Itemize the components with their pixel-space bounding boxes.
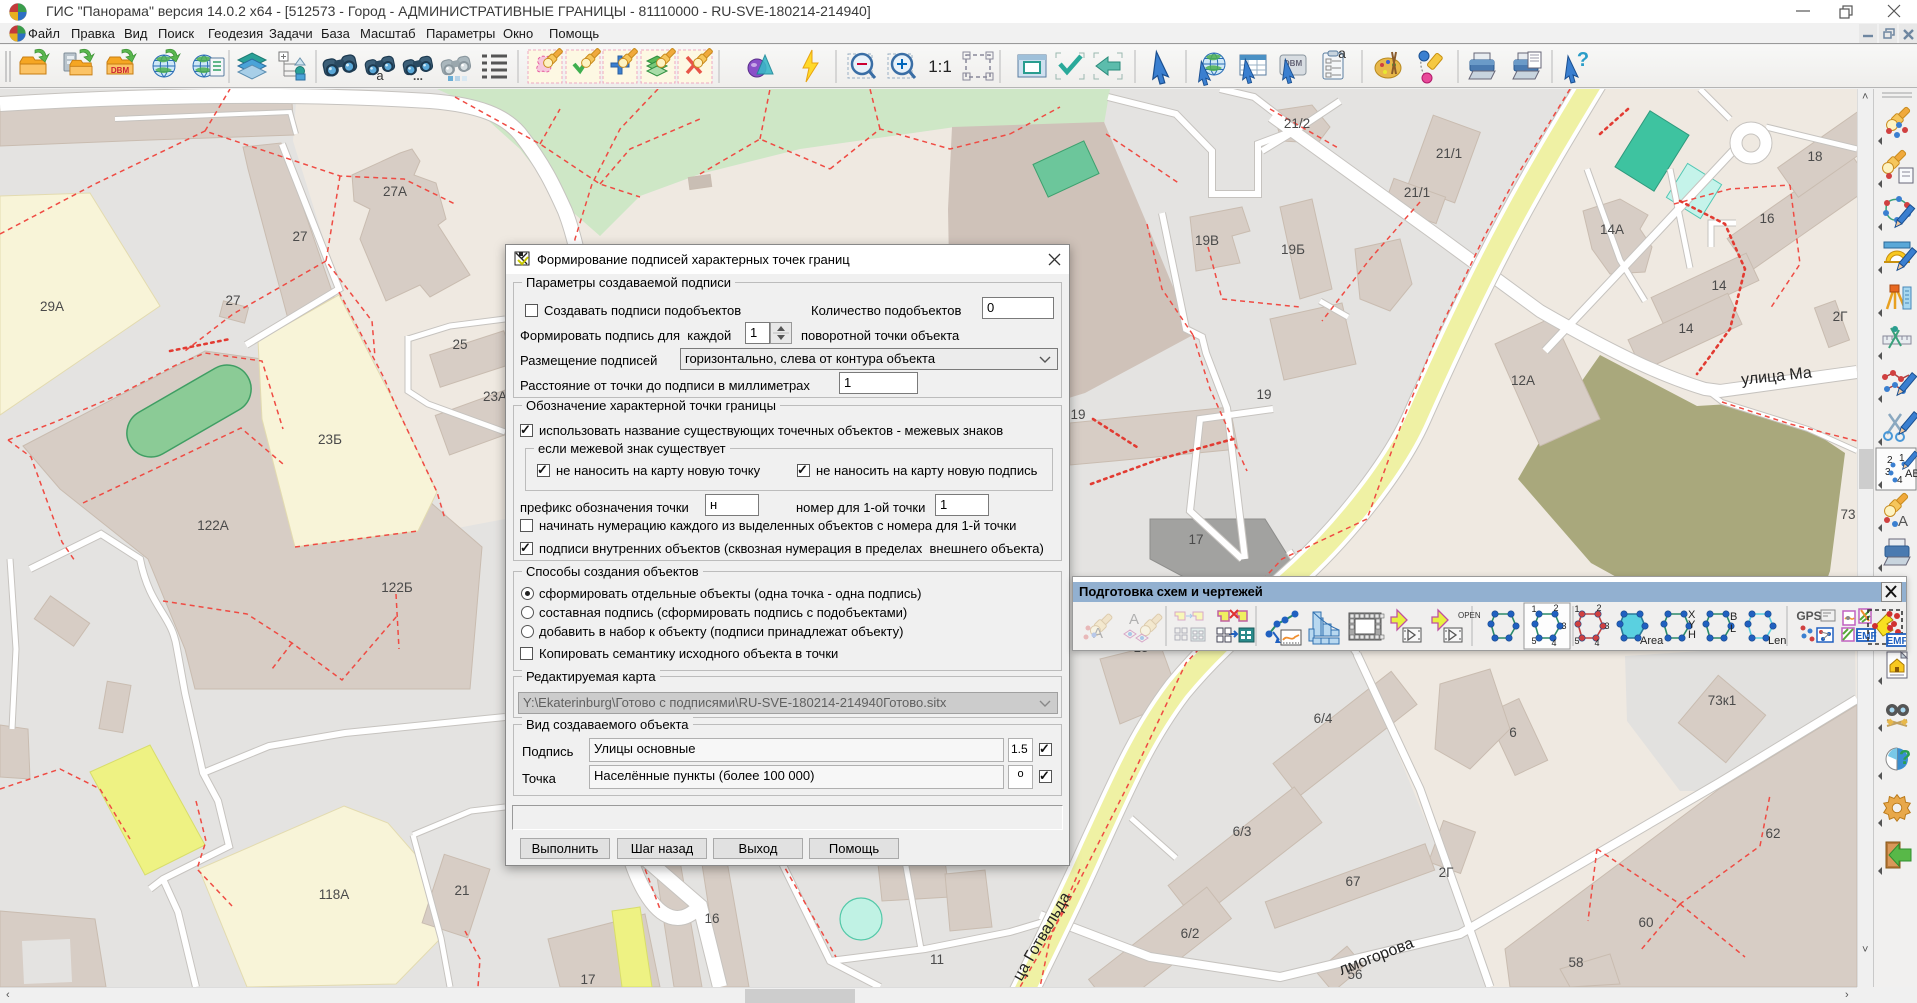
svg-text:5: 5 [1531, 636, 1536, 646]
svg-text:5: 5 [1574, 636, 1579, 646]
svg-text:18: 18 [1807, 149, 1822, 164]
svg-text:6/3: 6/3 [1233, 824, 1252, 839]
svg-text:Area: Area [1640, 635, 1664, 647]
svg-text:62: 62 [1765, 826, 1780, 841]
svg-text:21/1: 21/1 [1436, 146, 1462, 161]
svg-text:4: 4 [1551, 638, 1556, 648]
svg-text:?: ? [1577, 49, 1589, 71]
svg-text:EMF: EMF [1855, 631, 1876, 642]
svg-text:122А: 122А [197, 518, 229, 533]
svg-text:12А: 12А [1511, 373, 1535, 388]
svg-text:23А: 23А [483, 389, 507, 404]
svg-text:21/1: 21/1 [1404, 185, 1430, 200]
svg-text:GPS: GPS [1796, 609, 1821, 623]
svg-text:2Г: 2Г [1833, 309, 1849, 324]
svg-text:29А: 29А [40, 299, 64, 314]
svg-text:14А: 14А [1600, 222, 1624, 237]
svg-text:OPEN: OPEN [1458, 611, 1481, 620]
svg-text:14: 14 [1711, 278, 1727, 293]
svg-text:67: 67 [1345, 874, 1360, 889]
svg-text:2: 2 [1596, 603, 1601, 613]
svg-text:14: 14 [1678, 321, 1694, 336]
svg-text:DBM: DBM [111, 66, 130, 75]
svg-text:27: 27 [292, 229, 307, 244]
svg-text:H: H [1688, 629, 1696, 641]
svg-text:19В: 19В [1195, 233, 1219, 248]
svg-text:27А: 27А [383, 184, 407, 199]
svg-text:17: 17 [580, 972, 595, 987]
svg-text:1: 1 [1531, 604, 1536, 614]
svg-text:ABC: ABC [1905, 468, 1917, 480]
svg-text:L: L [1730, 623, 1736, 635]
svg-text:1: 1 [1574, 604, 1579, 614]
svg-text:27: 27 [225, 293, 240, 308]
svg-text:3: 3 [1604, 621, 1609, 631]
svg-text:122Б: 122Б [381, 580, 413, 595]
svg-text:58: 58 [1568, 955, 1583, 970]
svg-text:73: 73 [1840, 507, 1855, 522]
svg-text:6/2: 6/2 [1181, 926, 1200, 941]
svg-text:16: 16 [1759, 211, 1774, 226]
svg-text:19: 19 [1256, 387, 1271, 402]
svg-text:23Б: 23Б [318, 432, 342, 447]
svg-text:6/4: 6/4 [1314, 711, 1333, 726]
svg-text:?: ? [1899, 747, 1911, 769]
svg-text:a: a [376, 68, 384, 83]
svg-text:a: a [1338, 45, 1346, 61]
svg-text:21/2: 21/2 [1284, 116, 1310, 131]
svg-text:6: 6 [1509, 725, 1517, 740]
svg-text:19Б: 19Б [1281, 242, 1305, 257]
svg-text:4: 4 [1594, 638, 1599, 648]
svg-text:16: 16 [704, 911, 719, 926]
svg-text:B: B [1730, 611, 1737, 623]
svg-text:A: A [1129, 611, 1139, 628]
svg-text:73к1: 73к1 [1708, 693, 1736, 708]
svg-text:A: A [1898, 513, 1908, 530]
svg-text:2Г: 2Г [1439, 865, 1455, 880]
svg-text:19: 19 [1070, 407, 1085, 422]
svg-text:60: 60 [1638, 915, 1653, 930]
svg-text:17: 17 [1188, 532, 1203, 547]
svg-text:21: 21 [454, 883, 469, 898]
svg-text:3: 3 [1561, 621, 1566, 631]
svg-text:4: 4 [1897, 475, 1903, 486]
svg-text:2: 2 [1553, 603, 1558, 613]
svg-text:25: 25 [452, 337, 467, 352]
svg-text:...: ... [413, 69, 423, 83]
svg-text:EMF: EMF [1886, 636, 1906, 647]
svg-text:11: 11 [930, 952, 944, 967]
svg-text:Len: Len [1768, 635, 1786, 647]
svg-text:1:1: 1:1 [928, 57, 952, 76]
svg-text:118А: 118А [319, 887, 350, 902]
